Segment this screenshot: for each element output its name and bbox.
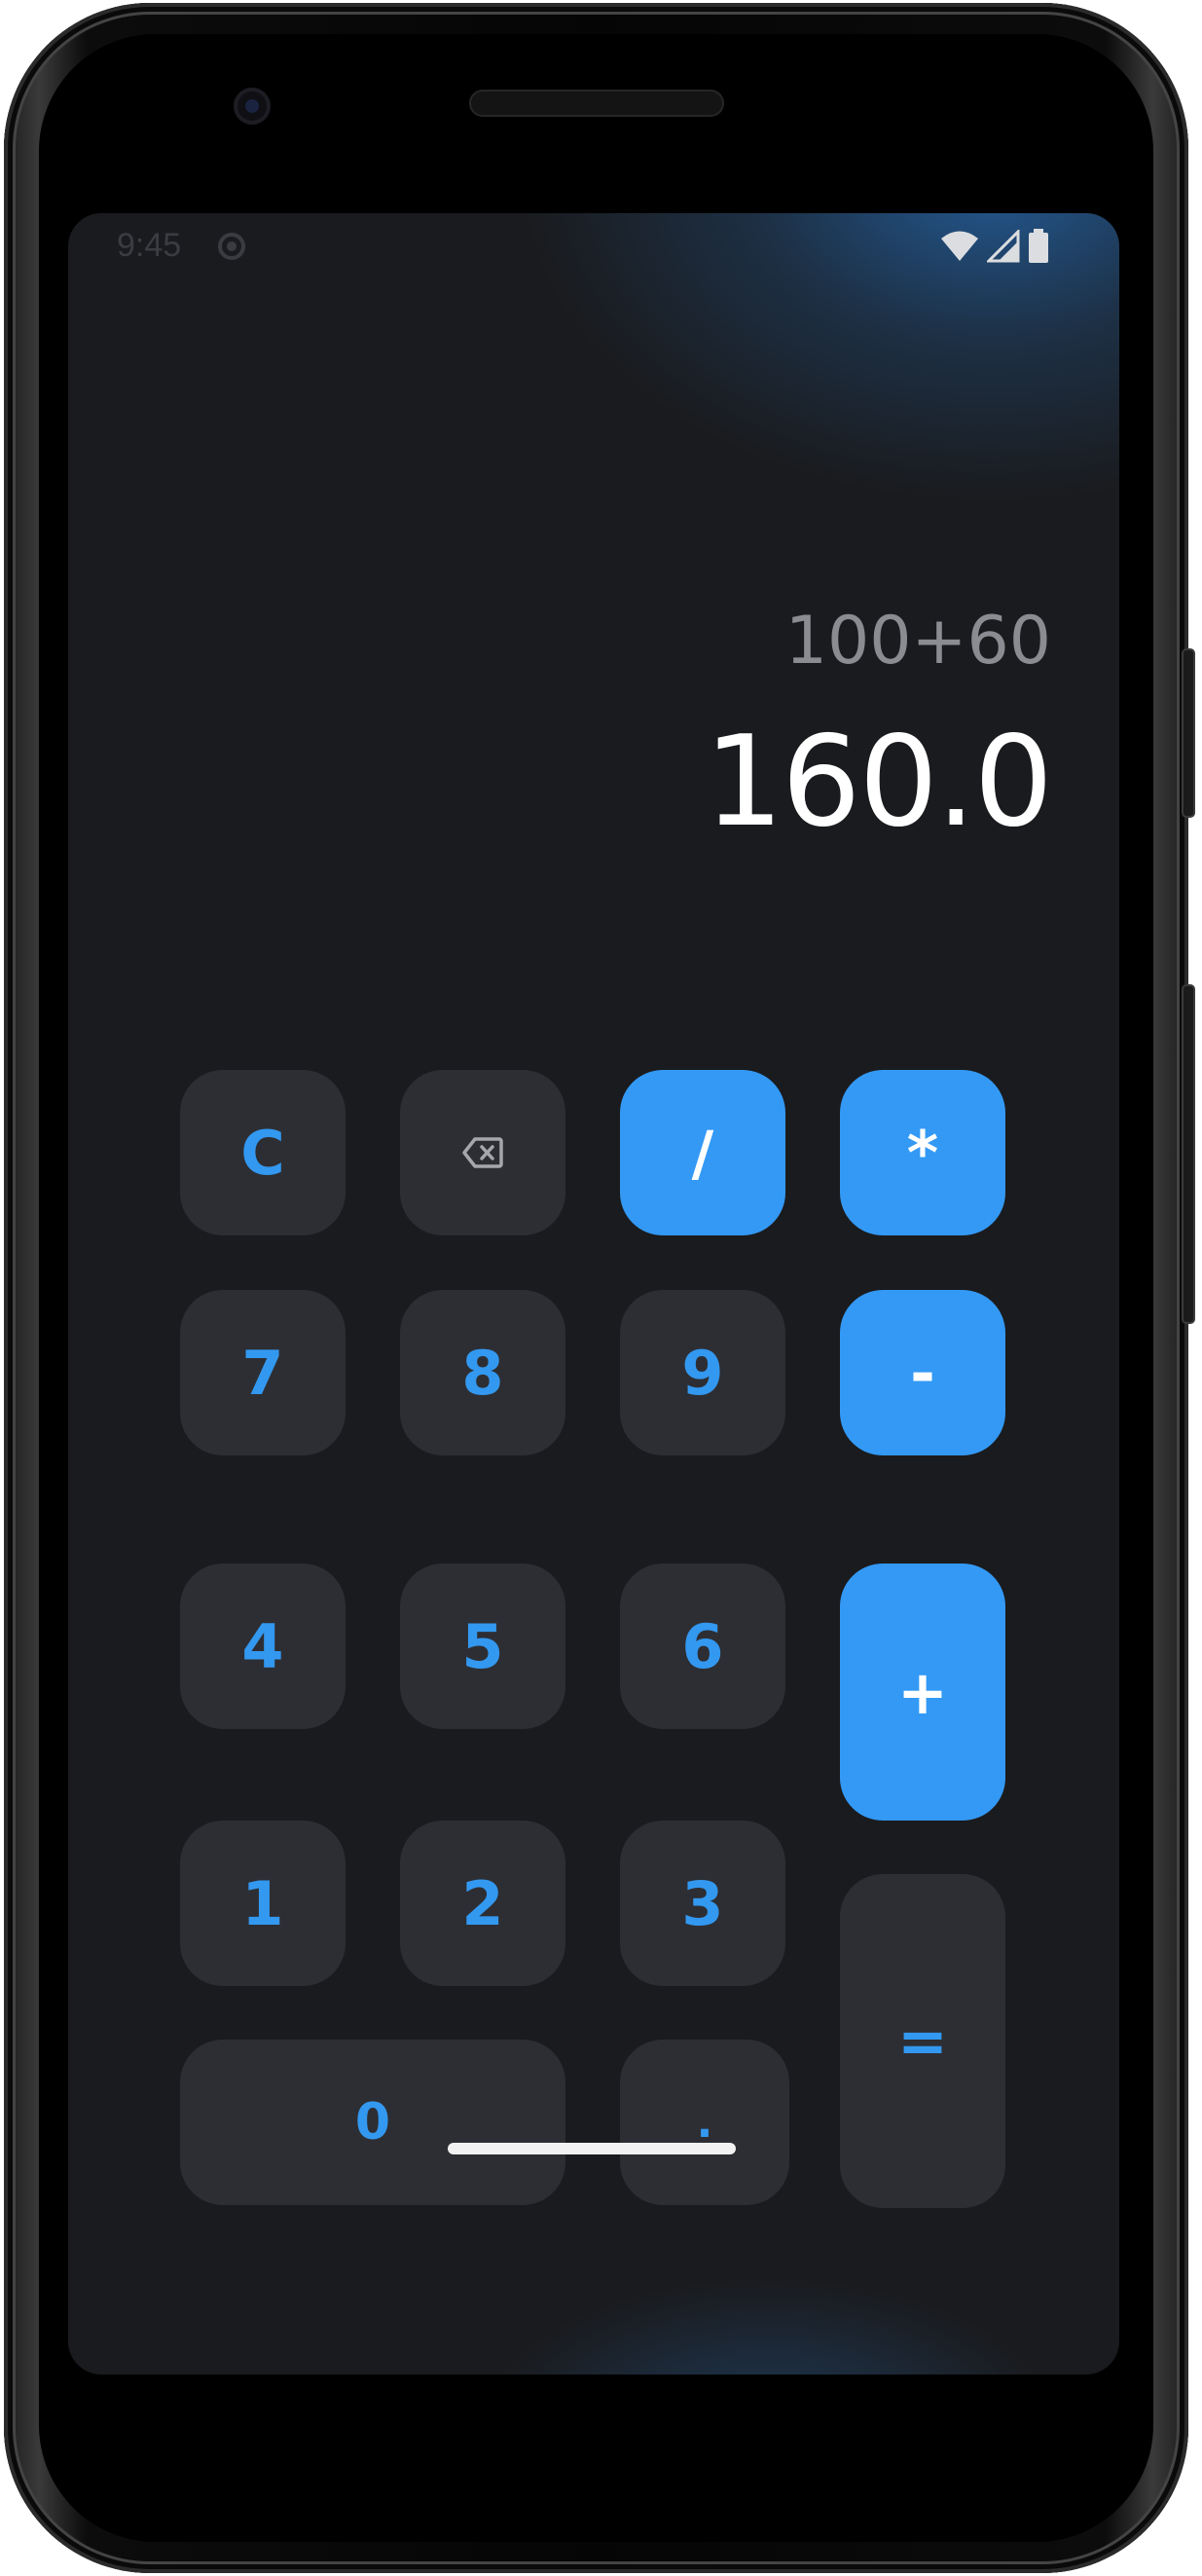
power-button	[1184, 650, 1193, 816]
plus-button[interactable]: +	[840, 1564, 1005, 1821]
equals-button[interactable]: =	[840, 1874, 1005, 2208]
wifi-icon	[941, 231, 978, 261]
decimal-button[interactable]: .	[620, 2040, 789, 2205]
home-indicator[interactable]	[448, 2143, 736, 2154]
digit-8-label: 8	[461, 1337, 504, 1409]
digit-1-button[interactable]: 1	[180, 1821, 346, 1986]
digit-4-button[interactable]: 4	[180, 1564, 346, 1729]
decimal-label: .	[696, 2097, 713, 2148]
data-saver-icon	[218, 233, 245, 260]
digit-3-button[interactable]: 3	[620, 1821, 785, 1986]
digit-0-button[interactable]: 0	[180, 2040, 565, 2205]
multiply-label: *	[906, 1117, 939, 1189]
minus-label: -	[910, 1337, 935, 1409]
digit-9-label: 9	[681, 1337, 724, 1409]
clear-button[interactable]: C	[180, 1070, 346, 1235]
digit-7-button[interactable]: 7	[180, 1290, 346, 1455]
status-time: 9:45	[117, 227, 182, 264]
digit-2-button[interactable]: 2	[400, 1821, 565, 1986]
result-display: 160.0	[704, 710, 1053, 855]
equals-label: =	[897, 2006, 948, 2077]
divide-button[interactable]: /	[620, 1070, 785, 1235]
front-camera-icon	[234, 88, 271, 125]
digit-6-label: 6	[681, 1610, 724, 1682]
digit-0-label: 0	[354, 2093, 391, 2152]
digit-7-label: 7	[241, 1337, 284, 1409]
digit-6-button[interactable]: 6	[620, 1564, 785, 1729]
battery-icon	[1029, 229, 1048, 263]
calculator-screen: 9:45 100+60 160.0 C / * 7 8 9 - 4 5 6 + …	[68, 213, 1119, 2374]
volume-rocker	[1184, 986, 1193, 1322]
clear-label: C	[240, 1117, 285, 1189]
digit-5-label: 5	[461, 1610, 504, 1682]
status-icons	[940, 227, 1049, 266]
earpiece-speaker	[469, 90, 724, 117]
digit-4-label: 4	[241, 1610, 284, 1682]
digit-9-button[interactable]: 9	[620, 1290, 785, 1455]
digit-8-button[interactable]: 8	[400, 1290, 565, 1455]
minus-button[interactable]: -	[840, 1290, 1005, 1455]
multiply-button[interactable]: *	[840, 1070, 1005, 1235]
divide-label: /	[691, 1117, 714, 1189]
status-bar: 9:45	[68, 213, 1119, 281]
backspace-button[interactable]	[400, 1070, 565, 1235]
digit-3-label: 3	[681, 1867, 724, 1939]
expression-display: 100+60	[784, 603, 1051, 680]
backspace-icon	[462, 1137, 503, 1168]
cellular-signal-icon	[987, 230, 1020, 263]
digit-1-label: 1	[241, 1867, 284, 1939]
digit-2-label: 2	[461, 1867, 504, 1939]
background-glow-bottom	[477, 2277, 1061, 2374]
plus-label: +	[897, 1656, 948, 1728]
digit-5-button[interactable]: 5	[400, 1564, 565, 1729]
